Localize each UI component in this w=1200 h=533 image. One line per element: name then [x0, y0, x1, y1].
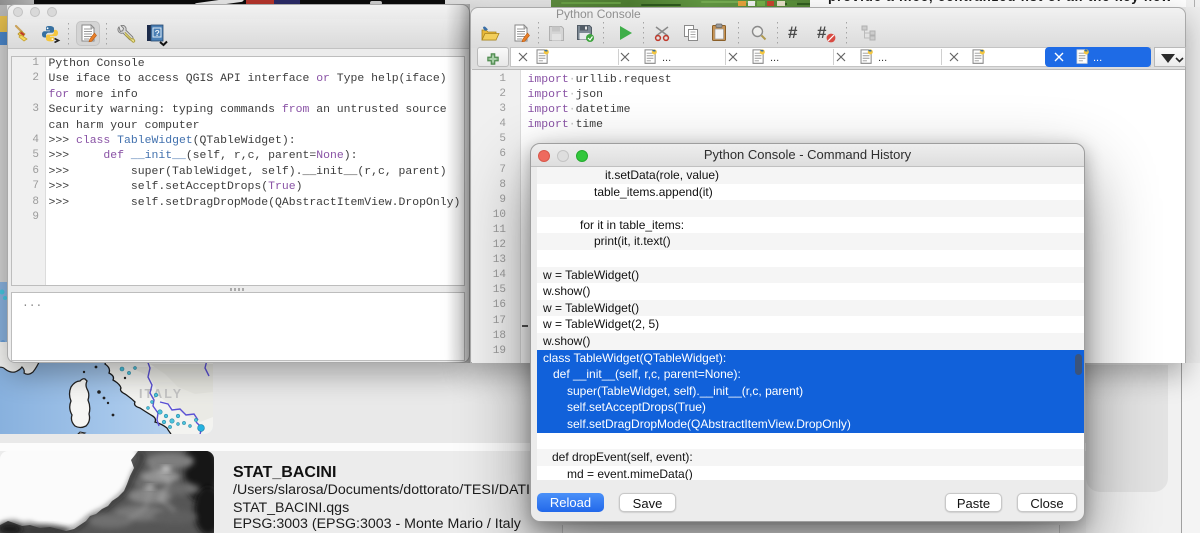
svg-text:?: ? [155, 28, 160, 38]
svg-text:ITALY: ITALY [139, 387, 183, 401]
